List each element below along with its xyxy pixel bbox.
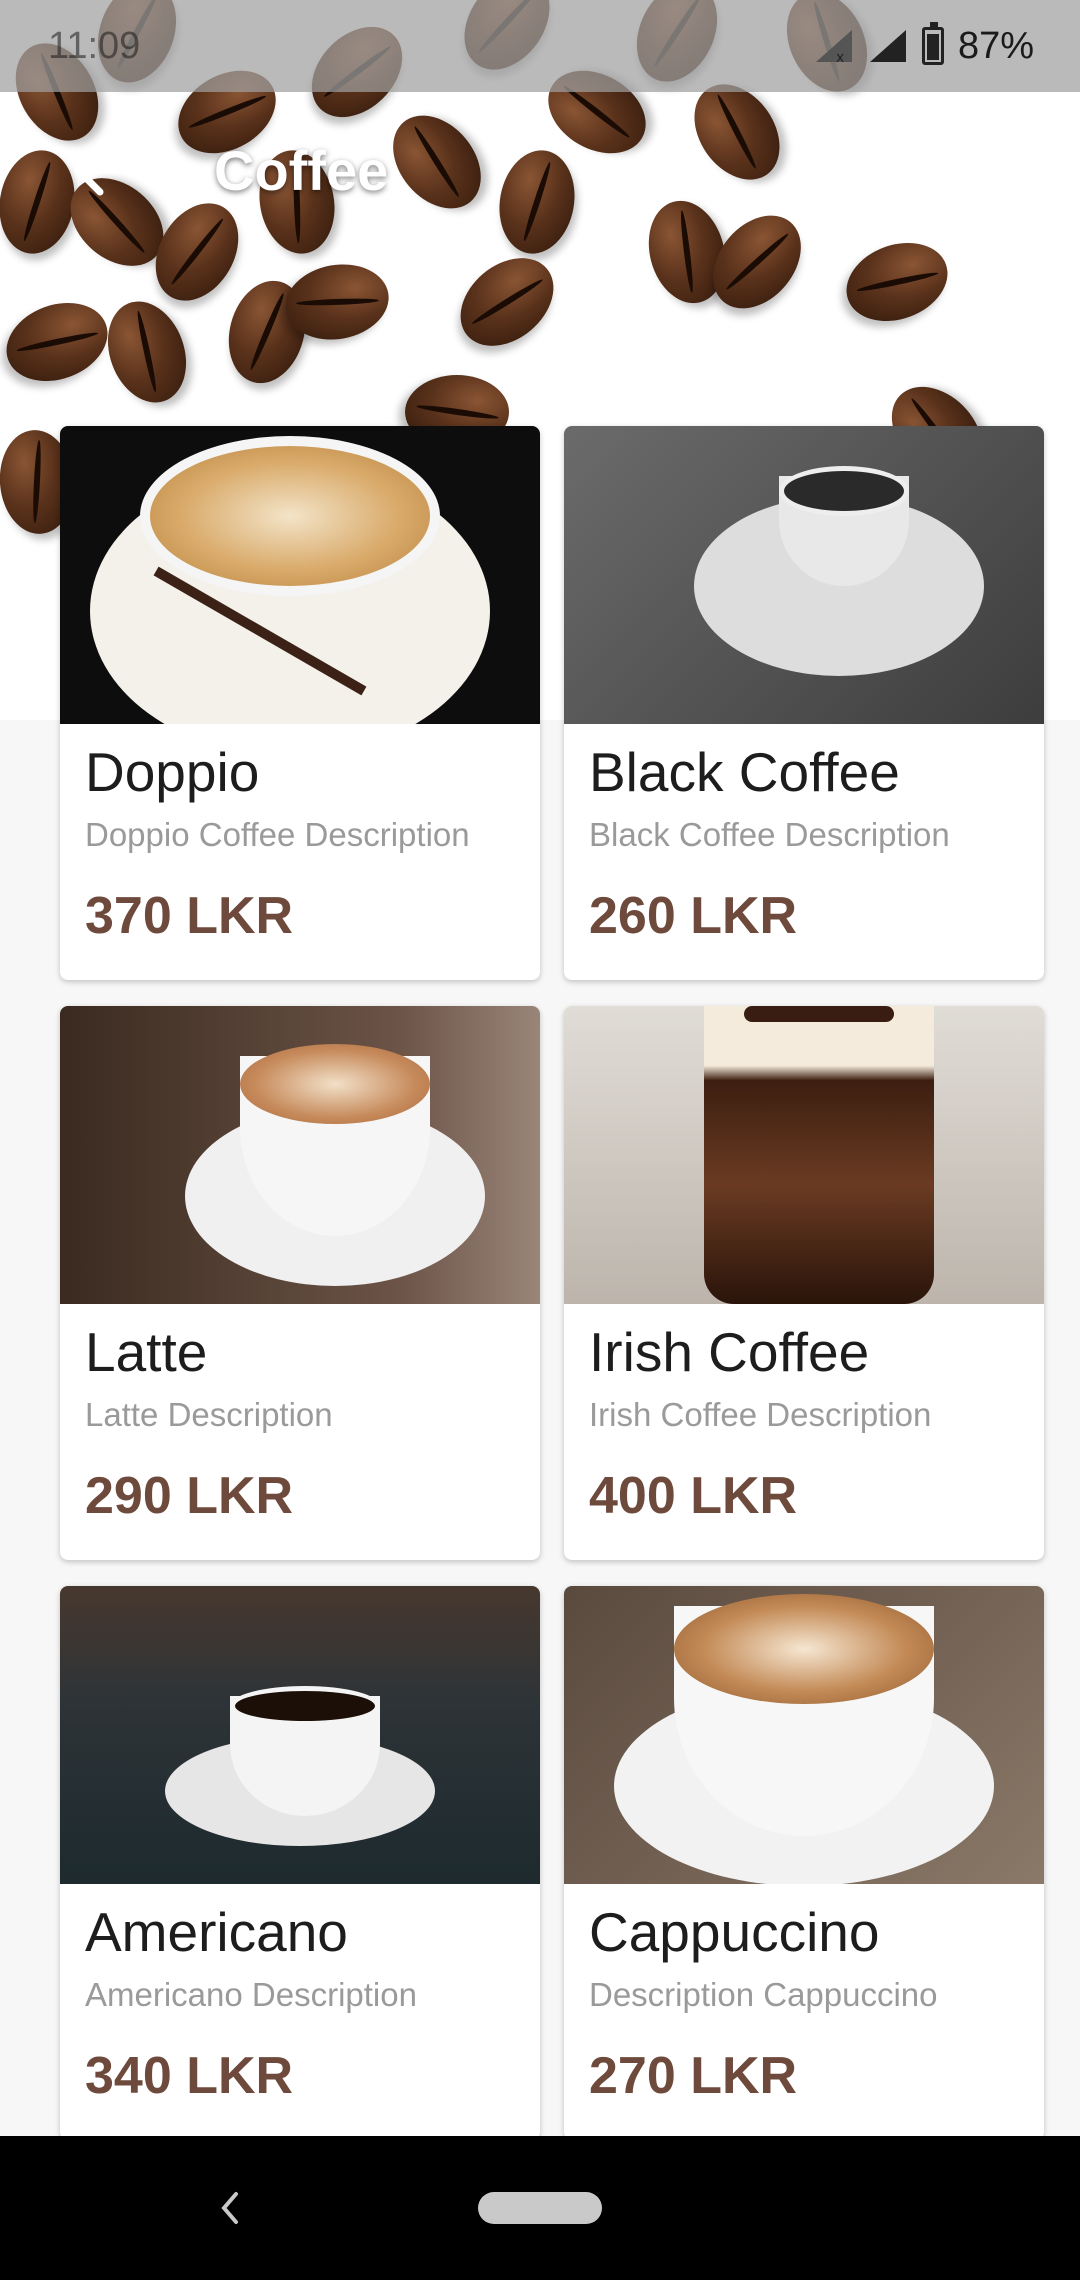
product-card-black-coffee[interactable]: Black Coffee Black Coffee Description 26… [564,426,1044,980]
system-navigation-bar [0,2136,1080,2280]
back-button[interactable] [50,122,146,218]
battery-icon [921,22,944,65]
product-name: Black Coffee [589,741,900,803]
product-price: 260 LKR [589,887,798,945]
product-card-cappuccino[interactable]: Cappuccino Description Cappuccino 270 LK… [564,1586,1044,2140]
product-card-latte[interactable]: Latte Latte Description 290 LKR [60,1006,540,1560]
arrow-back-icon [74,144,128,196]
product-price: 370 LKR [85,887,294,945]
product-description: Doppio Coffee Description [85,816,470,853]
status-icons: x 87% [814,22,1034,68]
product-name: Americano [85,1901,348,1963]
product-description: Description Cappuccino [589,1976,938,2013]
home-pill-icon[interactable] [478,2192,602,2224]
product-price: 290 LKR [85,1467,294,1525]
nav-back-button[interactable] [210,2188,250,2228]
product-price: 400 LKR [589,1467,798,1525]
app-bar: Coffee [0,120,1080,220]
product-card-americano[interactable]: Americano Americano Description 340 LKR [60,1586,540,2140]
latte-image [60,1006,540,1304]
status-time: 11:09 [48,24,141,67]
product-description: Irish Coffee Description [589,1396,932,1433]
chevron-left-icon [221,2192,238,2224]
signal-icon [869,30,906,62]
product-description: Latte Description [85,1396,333,1433]
product-card-irish-coffee[interactable]: Irish Coffee Irish Coffee Description 40… [564,1006,1044,1560]
coffee-screen: 11:09 x 87% Coffee Doppio Doppio Coffee … [0,0,1080,2280]
svg-text:x: x [836,50,844,64]
product-name: Cappuccino [589,1901,880,1963]
product-card-doppio[interactable]: Doppio Doppio Coffee Description 370 LKR [60,426,540,980]
product-price: 340 LKR [85,2047,294,2105]
doppio-image [60,426,540,724]
product-price: 270 LKR [589,2047,798,2105]
product-name: Doppio [85,741,260,803]
page-title: Coffee [214,138,389,202]
product-name: Irish Coffee [589,1321,870,1383]
product-description: Americano Description [85,1976,417,2013]
americano-image [60,1586,540,1884]
signal-off-icon: x [815,30,852,64]
product-name: Latte [85,1321,208,1383]
cappuccino-image [564,1586,1044,1884]
product-description: Black Coffee Description [589,816,950,853]
black-coffee-image [564,426,1044,724]
status-bar: 11:09 x 87% [0,0,1080,92]
irish-coffee-image [564,1006,1044,1304]
battery-percent: 87% [957,24,1034,67]
